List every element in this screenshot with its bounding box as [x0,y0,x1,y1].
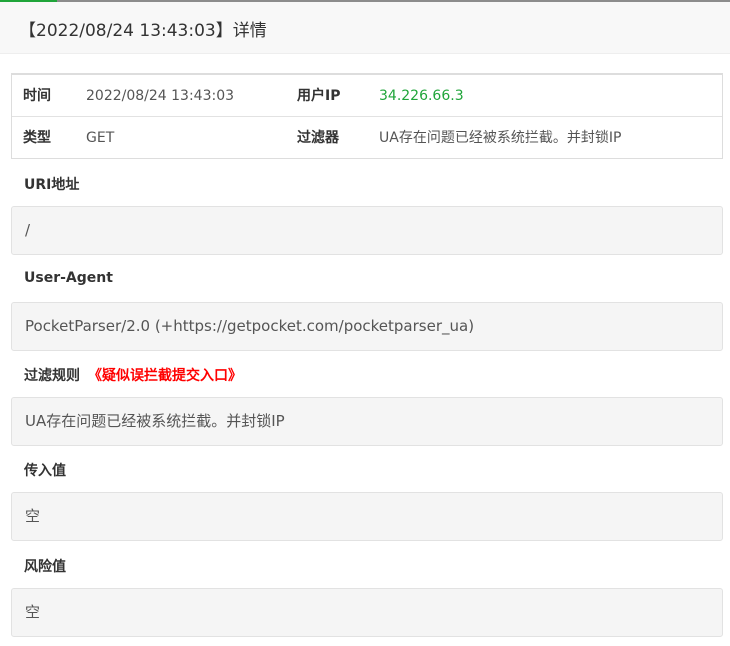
ip-value: 34.226.66.3 [379,88,464,104]
info-table: 时间 2022/08/24 13:43:03 用户IP 34.226.66.3 … [11,73,723,159]
user-agent-value-box: PocketParser/2.0 (+https://getpocket.com… [11,302,723,351]
user-agent-label: User-Agent [24,270,113,286]
time-value: 2022/08/24 13:43:03 [86,88,235,104]
incoming-value-box: 空 [11,492,723,541]
filter-label: 过滤器 [297,130,339,146]
ip-label: 用户IP [297,88,341,104]
dialog-header: 【2022/08/24 13:43:03】详情 [0,2,730,54]
incoming-value-label: 传入值 [24,463,66,479]
detail-dialog: 【2022/08/24 13:43:03】详情 时间 2022/08/24 13… [0,0,730,646]
filter-value: UA存在问题已经被系统拦截。并封锁IP [379,130,622,146]
risk-value-label: 风险值 [24,559,66,575]
filter-rule-header: 过滤规则 《疑似误拦截提交入口》 [24,365,242,385]
time-label: 时间 [23,88,51,104]
type-label: 类型 [23,130,51,146]
filter-rule-label: 过滤规则 [24,368,80,384]
dialog-title: 【2022/08/24 13:43:03】详情 [19,21,267,41]
risk-value-box: 空 [11,588,723,637]
type-value: GET [86,130,115,146]
uri-label: URI地址 [24,177,80,193]
filter-rule-value-box: UA存在问题已经被系统拦截。并封锁IP [11,397,723,446]
uri-value-box: / [11,206,723,255]
false-positive-submit-link[interactable]: 《疑似误拦截提交入口》 [88,368,242,384]
info-row-time: 时间 2022/08/24 13:43:03 用户IP 34.226.66.3 [12,75,722,117]
info-row-type: 类型 GET 过滤器 UA存在问题已经被系统拦截。并封锁IP [12,117,722,159]
